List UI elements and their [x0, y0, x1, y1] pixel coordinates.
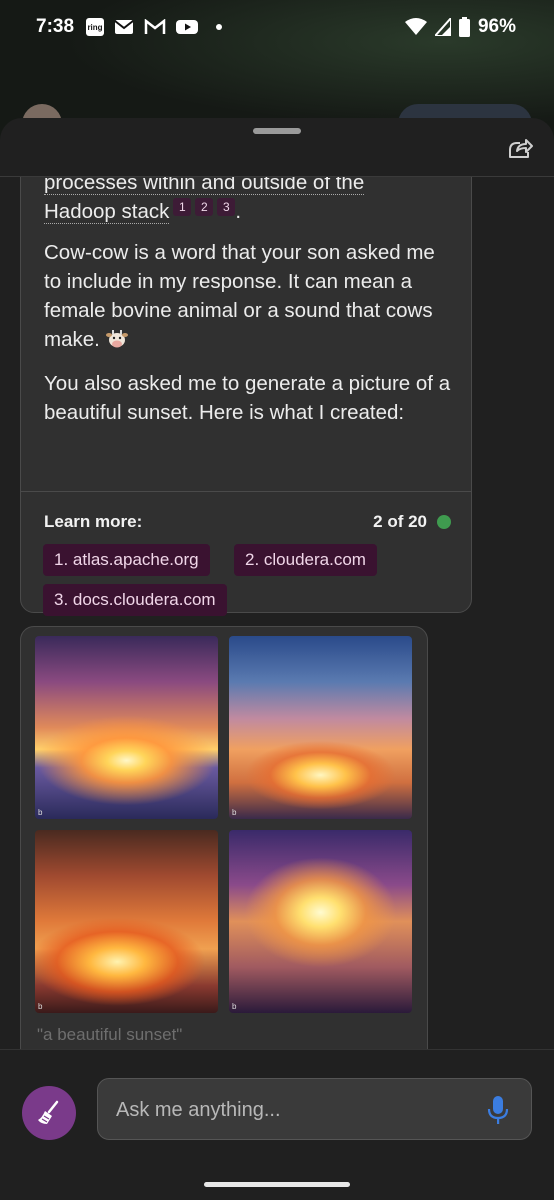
- bing-badge-icon: b: [38, 808, 43, 817]
- youtube-icon: [176, 20, 198, 34]
- sunset-image[interactable]: b: [35, 636, 218, 819]
- drag-handle[interactable]: [253, 128, 301, 134]
- message-paragraph: Cow-cow is a word that your son asked me…: [44, 238, 454, 354]
- card-divider: [21, 491, 471, 492]
- citation-badge[interactable]: 2: [195, 198, 214, 216]
- cow-emoji-icon: [105, 330, 128, 348]
- wifi-icon: [404, 18, 427, 35]
- signal-icon: [434, 18, 451, 36]
- message-paragraph: You also asked me to generate a picture …: [44, 372, 451, 424]
- cited-text: processes within and outside of the: [44, 177, 365, 195]
- bing-badge-icon: b: [232, 808, 237, 817]
- dot-icon: [216, 24, 222, 30]
- citation-badge[interactable]: 1: [173, 198, 192, 216]
- chat-sheet: processes within and outside of the Hado…: [0, 118, 554, 1200]
- mail-icon: [114, 20, 134, 34]
- message-paragraph: processes within and outside of the Hado…: [44, 177, 454, 226]
- ring-icon: ring: [86, 18, 104, 36]
- battery-percent: 96%: [477, 16, 516, 37]
- notification-icons: ring: [86, 18, 222, 36]
- ask-input-box: [97, 1078, 532, 1141]
- microphone-icon[interactable]: [487, 1095, 509, 1125]
- ask-input[interactable]: [114, 1079, 458, 1141]
- image-results-card: b b b b "a beautiful sunset": [20, 626, 428, 1049]
- cow-paragraph-text: Cow-cow is a word that your son asked me…: [44, 241, 435, 351]
- bing-badge-icon: b: [38, 1002, 43, 1011]
- share-icon[interactable]: [506, 134, 534, 162]
- sunset-image[interactable]: b: [229, 636, 412, 819]
- period: .: [235, 200, 242, 223]
- battery-icon: [458, 17, 470, 37]
- source-link[interactable]: 2. cloudera.com: [234, 544, 377, 576]
- input-bar: [0, 1049, 554, 1200]
- status-bar: 7:38 ring 96%: [0, 0, 554, 56]
- response-counter-text: 2 of 20: [373, 512, 427, 531]
- sunset-image[interactable]: b: [35, 830, 218, 1013]
- new-topic-button[interactable]: [22, 1086, 76, 1140]
- image-prompt-caption: "a beautiful sunset": [37, 1025, 183, 1044]
- source-link[interactable]: 1. atlas.apache.org: [43, 544, 210, 576]
- gmail-icon: [144, 19, 166, 34]
- system-status: 96%: [404, 16, 516, 38]
- broom-icon: [38, 1100, 59, 1124]
- learn-more-label: Learn more:: [44, 512, 143, 531]
- response-counter: 2 of 20: [373, 512, 451, 532]
- status-dot-icon: [437, 515, 451, 529]
- response-card: processes within and outside of the Hado…: [20, 177, 472, 616]
- chat-area: processes within and outside of the Hado…: [0, 177, 554, 1049]
- home-indicator: [204, 1182, 350, 1187]
- status-time: 7:38: [36, 16, 75, 37]
- sunset-image[interactable]: b: [229, 830, 412, 1013]
- cited-text: Hadoop stack: [44, 200, 170, 224]
- source-link[interactable]: 3. docs.cloudera.com: [43, 584, 227, 616]
- bing-badge-icon: b: [232, 1002, 237, 1011]
- citation-badge[interactable]: 3: [217, 198, 236, 216]
